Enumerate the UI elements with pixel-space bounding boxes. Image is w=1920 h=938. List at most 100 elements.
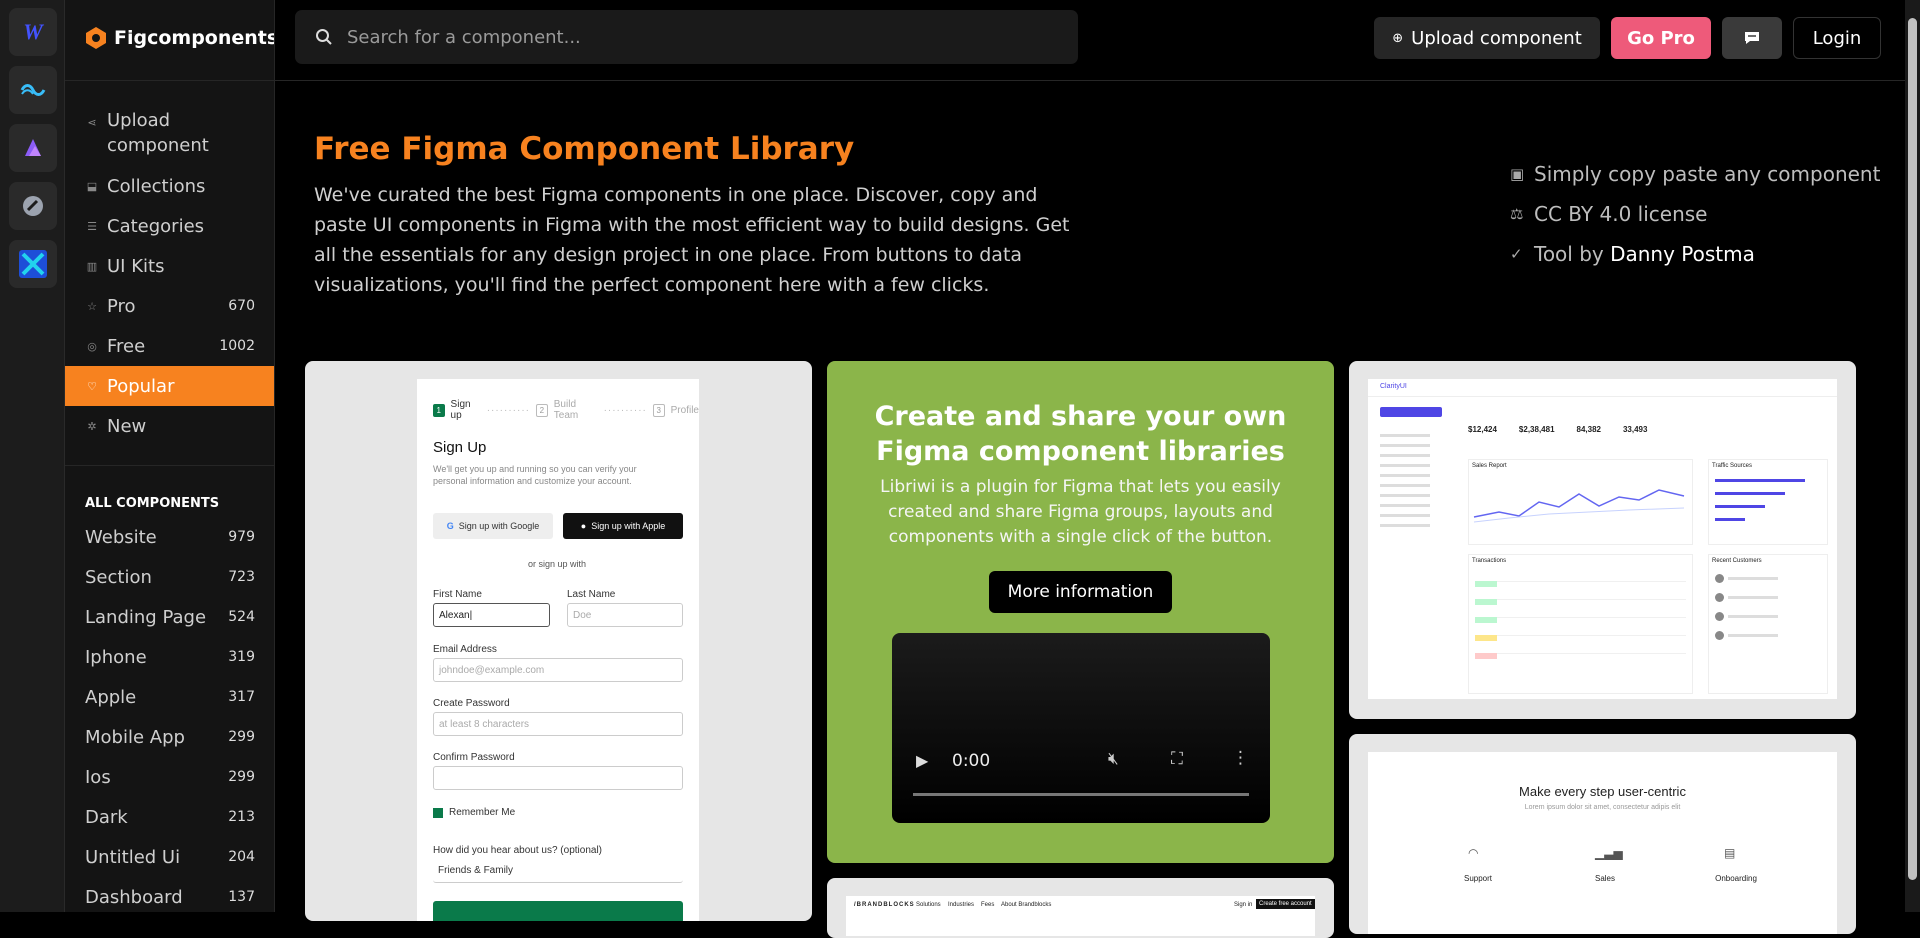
first-name-field: Alexan| bbox=[433, 603, 550, 627]
signup-subtitle: We'll get you up and running so you can … bbox=[433, 464, 637, 486]
share-icon: ⋖ bbox=[87, 116, 97, 129]
author-link[interactable]: Danny Postma bbox=[1610, 242, 1755, 266]
checkbox-icon bbox=[433, 807, 443, 818]
rocket-icon[interactable] bbox=[9, 182, 57, 230]
fullscreen-icon[interactable]: ⛶ bbox=[1171, 749, 1183, 769]
brand-name: Figcomponents bbox=[114, 27, 275, 49]
bar-chart-icon: ▁▃▅ bbox=[1595, 846, 1623, 860]
coin-icon: ◎ bbox=[87, 339, 97, 353]
plus-circle-icon: ⊕ bbox=[1392, 30, 1404, 46]
signup-apple-button: ● Sign up with Apple bbox=[563, 513, 683, 539]
all-components-heading: ALL COMPONENTS bbox=[85, 496, 220, 511]
sales-line-chart bbox=[1473, 489, 1685, 523]
category-untitled-ui[interactable]: Untitled Ui 204 bbox=[65, 837, 274, 877]
signup-title: Sign Up bbox=[433, 439, 487, 456]
scrollbar-thumb[interactable] bbox=[1908, 18, 1917, 880]
nav-free[interactable]: ◎ Free 1002 bbox=[65, 326, 274, 366]
component-card-signup[interactable]: 1 Sign up ·········· 2 Build Team ········… bbox=[305, 361, 812, 921]
search-input[interactable] bbox=[347, 26, 1047, 48]
nav-popular[interactable]: ♡ Popular bbox=[65, 366, 274, 406]
lock-icon: ⬓ bbox=[86, 179, 98, 193]
google-icon: G bbox=[446, 521, 454, 531]
search-icon bbox=[316, 29, 332, 45]
apple-icon: ● bbox=[580, 521, 587, 531]
confirm-password-field bbox=[433, 766, 683, 790]
app-rail: W bbox=[0, 0, 65, 912]
nav-categories[interactable]: ☰ Categories bbox=[65, 206, 274, 246]
dashboard-preview: ClarityUI $12,424 $2,38,481 84,382 33,493 S… bbox=[1368, 379, 1837, 699]
tailwind-icon[interactable] bbox=[9, 66, 57, 114]
video-time: 0:00 bbox=[952, 751, 991, 771]
more-options-icon[interactable]: ⋮ bbox=[1232, 748, 1249, 768]
play-icon[interactable]: ▶ bbox=[916, 751, 928, 770]
divider bbox=[65, 80, 274, 81]
search-bar[interactable] bbox=[295, 10, 1078, 64]
component-card-brandblocks[interactable]: /BRANDBLOCKS Solutions Industries Fees A… bbox=[827, 878, 1334, 938]
promo-body: Libriwi is a plugin for Figma that lets … bbox=[880, 477, 1281, 547]
referral-select: Friends & Family bbox=[433, 859, 683, 883]
signup-steps: 1 Sign up ·········· 2 Build Team ········… bbox=[433, 399, 699, 421]
video-progress-bar[interactable] bbox=[913, 793, 1249, 796]
component-card-steps[interactable]: Make every step user-centric Lorem ipsum… bbox=[1349, 734, 1856, 934]
nav-upload-component[interactable]: ⋖ Upload component bbox=[65, 108, 274, 158]
remember-me: Remember Me bbox=[433, 807, 515, 818]
login-button[interactable]: Login bbox=[1793, 17, 1881, 59]
scale-icon: ⚖ bbox=[1510, 205, 1524, 223]
feature-author: ✓ Tool by Danny Postma bbox=[1510, 242, 1755, 266]
figcomponents-logo-icon bbox=[86, 27, 106, 49]
feature-license: ⚖ CC BY 4.0 license bbox=[1510, 202, 1708, 226]
signup-google-button: G Sign up with Google bbox=[433, 513, 553, 539]
steps-preview: Make every step user-centric Lorem ipsum… bbox=[1368, 752, 1837, 934]
category-ios[interactable]: Ios 299 bbox=[65, 757, 274, 797]
onboarding-icon: ▤ bbox=[1724, 846, 1736, 860]
promo-title: Create and share your own Figma componen… bbox=[874, 401, 1287, 467]
signup-divider-text: or sign up with bbox=[527, 559, 587, 569]
promo-card: Create and share your own Figma componen… bbox=[827, 361, 1334, 863]
upload-component-button[interactable]: ⊕ Upload component bbox=[1374, 17, 1600, 59]
check-circle-icon: ✓ bbox=[1510, 245, 1523, 263]
divider bbox=[65, 465, 274, 466]
mute-icon[interactable]: 🔇︎ bbox=[1108, 749, 1119, 769]
category-section[interactable]: Section 723 bbox=[65, 557, 274, 597]
star-icon: ☆ bbox=[87, 299, 97, 313]
feature-copy-paste: ▣ Simply copy paste any component bbox=[1510, 162, 1881, 186]
email-field: johndoe@example.com bbox=[433, 658, 683, 682]
promo-video[interactable]: ▶ 0:00 🔇︎ ⛶ ⋮ bbox=[892, 633, 1270, 823]
chat-button[interactable] bbox=[1722, 17, 1782, 59]
sidebar: Figcomponents ⋖ Upload component ⬓ Collec… bbox=[65, 0, 275, 912]
top-bar: ⊕ Upload component Go Pro Login bbox=[275, 0, 1905, 81]
category-landing-page[interactable]: Landing Page 524 bbox=[65, 597, 274, 637]
figma-plugin-icon[interactable] bbox=[9, 124, 57, 172]
grid-icon: ▥ bbox=[86, 259, 98, 273]
headphones-icon: ◠ bbox=[1468, 846, 1479, 860]
page-scrollbar[interactable] bbox=[1905, 0, 1920, 912]
category-mobile-app[interactable]: Mobile App 299 bbox=[65, 717, 274, 757]
signup-submit bbox=[433, 901, 683, 921]
category-dashboard[interactable]: Dashboard 137 bbox=[65, 877, 274, 912]
nav-pro[interactable]: ☆ Pro 670 bbox=[65, 286, 274, 326]
nav-new[interactable]: ✲ New bbox=[65, 406, 274, 446]
list-icon: ☰ bbox=[87, 219, 97, 233]
box-icon: ▣ bbox=[1510, 165, 1525, 183]
xd-icon[interactable] bbox=[9, 240, 57, 288]
category-apple[interactable]: Apple 317 bbox=[65, 677, 274, 717]
category-iphone[interactable]: Iphone 319 bbox=[65, 637, 274, 677]
sparkle-icon: ✲ bbox=[87, 419, 97, 433]
category-dark[interactable]: Dark 213 bbox=[65, 797, 274, 837]
brand-logo[interactable]: Figcomponents bbox=[84, 26, 275, 50]
password-field: at least 8 characters bbox=[433, 712, 683, 736]
chat-icon bbox=[1745, 32, 1759, 44]
brandblocks-preview: /BRANDBLOCKS Solutions Industries Fees A… bbox=[846, 896, 1315, 936]
more-information-button[interactable]: More information bbox=[989, 571, 1172, 613]
signup-preview: 1 Sign up ·········· 2 Build Team ········… bbox=[417, 379, 699, 921]
webflow-icon[interactable]: W bbox=[9, 8, 57, 56]
component-card-dashboard[interactable]: ClarityUI $12,424 $2,38,481 84,382 33,493 S… bbox=[1349, 361, 1856, 719]
heart-icon: ♡ bbox=[87, 379, 97, 393]
page-title: Free Figma Component Library bbox=[314, 131, 855, 167]
go-pro-button[interactable]: Go Pro bbox=[1611, 17, 1711, 59]
nav-ui-kits[interactable]: ▥ UI Kits bbox=[65, 246, 274, 286]
main-content: Free Figma Component Library We've curat… bbox=[275, 81, 1905, 938]
category-website[interactable]: Website 979 bbox=[65, 517, 274, 557]
nav-collections[interactable]: ⬓ Collections bbox=[65, 166, 274, 206]
page-description: We've curated the best Figma components … bbox=[314, 184, 1070, 296]
